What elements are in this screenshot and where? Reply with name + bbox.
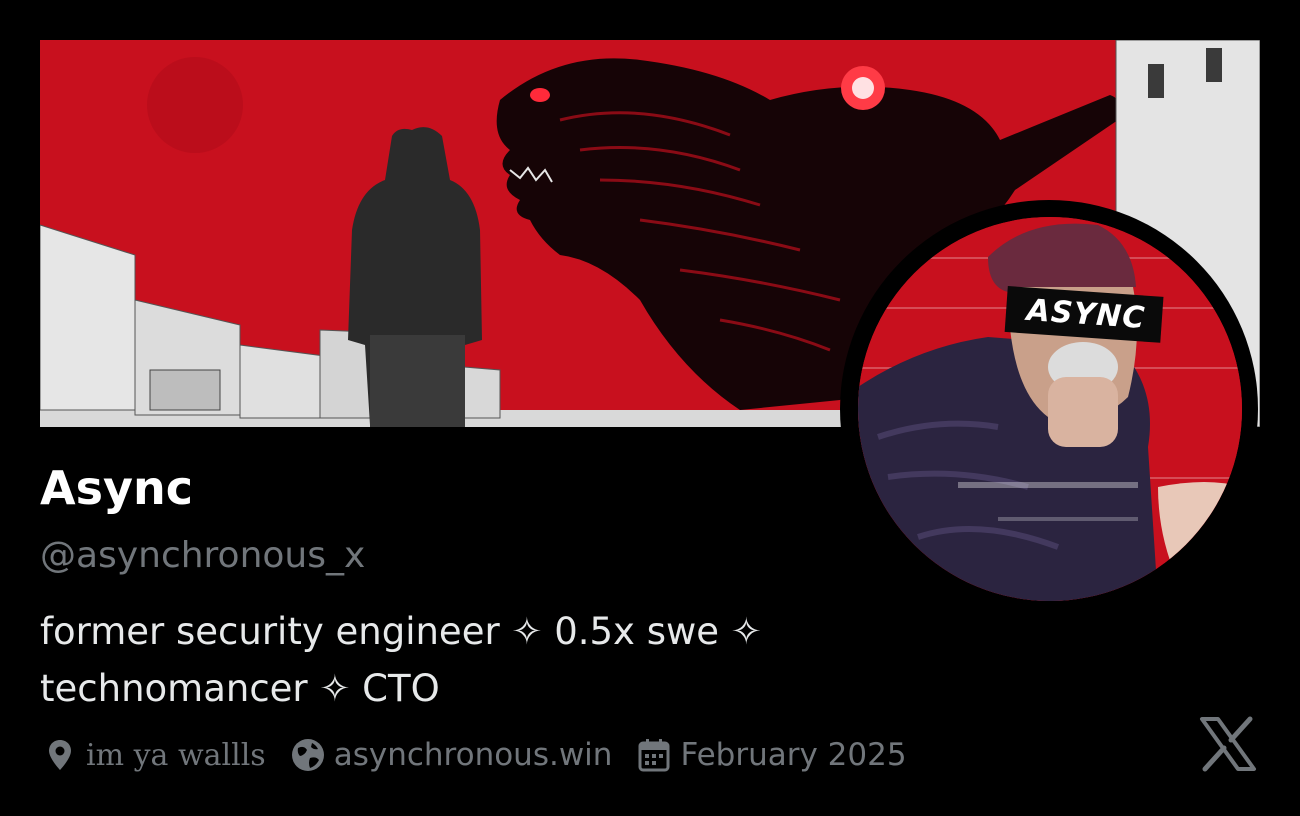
- bio: former security engineer ✧ 0.5x swe ✧ te…: [40, 603, 840, 717]
- x-logo-icon[interactable]: [1198, 716, 1258, 772]
- globe-icon: [288, 735, 328, 775]
- bio-line: technomancer ✧ CTO: [40, 667, 440, 710]
- joined-date: February 2025: [680, 737, 907, 773]
- website-item[interactable]: asynchronous.win: [288, 735, 613, 775]
- location-text: im ya wallls: [86, 737, 266, 773]
- calendar-icon: [634, 735, 674, 775]
- joined-item: February 2025: [634, 735, 907, 775]
- bio-line: former security engineer ✧ 0.5x swe ✧: [40, 610, 762, 653]
- location-pin-icon: [40, 735, 80, 775]
- display-name: Async: [40, 461, 193, 515]
- profile-meta-row: im ya wallls asynchronous.win February 2…: [40, 732, 929, 778]
- user-handle: @asynchronous_x: [40, 535, 366, 576]
- avatar[interactable]: ASYNC: [858, 217, 1242, 601]
- website-link[interactable]: asynchronous.win: [334, 737, 613, 773]
- location-item: im ya wallls: [40, 735, 266, 775]
